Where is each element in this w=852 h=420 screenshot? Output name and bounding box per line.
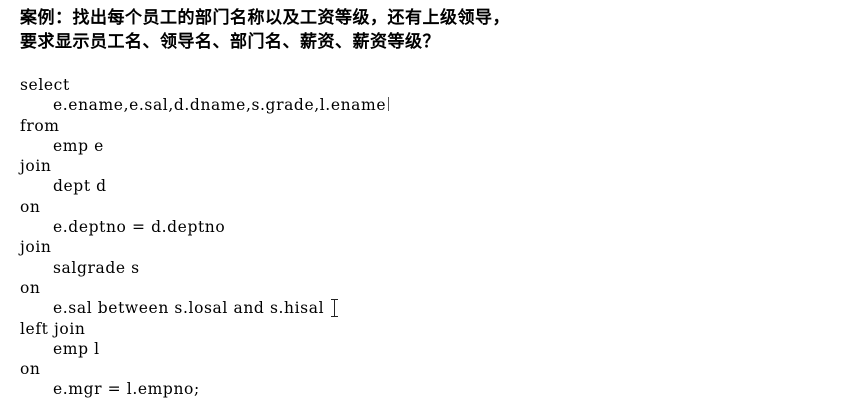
heading: 案例：找出每个员工的部门名称以及工资等级，还有上级领导， 要求显示员工名、领导名…: [20, 6, 840, 54]
code-line: emp l: [20, 339, 840, 359]
code-line: left join: [20, 319, 840, 339]
code-line: e.ename,e.sal,d.dname,s.grade,l.ename: [20, 95, 840, 115]
table-emp-e: emp e: [53, 136, 104, 155]
sql-keyword-select: select: [20, 76, 70, 94]
code-line: e.sal between s.losal and s.hisal: [20, 298, 840, 318]
table-salgrade-s: salgrade s: [53, 258, 140, 277]
sql-keyword-on: on: [20, 278, 41, 297]
code-line: select: [20, 75, 840, 95]
code-line: e.deptno = d.deptno: [20, 217, 840, 237]
code-line: e.mgr = l.empno;: [20, 379, 840, 399]
text-caret: [388, 97, 390, 112]
code-line: on: [20, 197, 840, 217]
join-condition-manager: e.mgr = l.empno;: [53, 380, 200, 399]
sql-code-block[interactable]: select e.ename,e.sal,d.dname,s.grade,l.e…: [20, 75, 840, 400]
join-condition-salgrade: e.sal between s.losal and s.hisal: [53, 299, 325, 318]
sql-keyword-on: on: [20, 360, 41, 379]
ibeam-cursor-icon: [330, 299, 339, 318]
code-line: join: [20, 237, 840, 257]
sql-keyword-from: from: [20, 116, 60, 135]
code-line: dept d: [20, 176, 840, 196]
document: 案例：找出每个员工的部门名称以及工资等级，还有上级领导， 要求显示员工名、领导名…: [20, 6, 840, 400]
table-emp-l: emp l: [53, 339, 100, 358]
code-line: from: [20, 116, 840, 136]
sql-keyword-on: on: [20, 197, 41, 216]
code-line: on: [20, 359, 840, 379]
select-columns: e.ename,e.sal,d.dname,s.grade,l.ename: [53, 96, 387, 115]
code-line: salgrade s: [20, 258, 840, 278]
sql-keyword-join: join: [20, 238, 52, 257]
code-line: emp e: [20, 136, 840, 156]
heading-line-1: 案例：找出每个员工的部门名称以及工资等级，还有上级领导，: [20, 8, 510, 28]
sql-keyword-join: join: [20, 157, 52, 176]
table-dept-d: dept d: [53, 177, 107, 196]
code-line: join: [20, 156, 840, 176]
heading-line-2: 要求显示员工名、领导名、部门名、薪资、薪资等级？: [20, 32, 440, 52]
sql-keyword-left-join: left join: [20, 319, 86, 338]
code-line: on: [20, 278, 840, 298]
join-condition-dept: e.deptno = d.deptno: [53, 218, 226, 237]
